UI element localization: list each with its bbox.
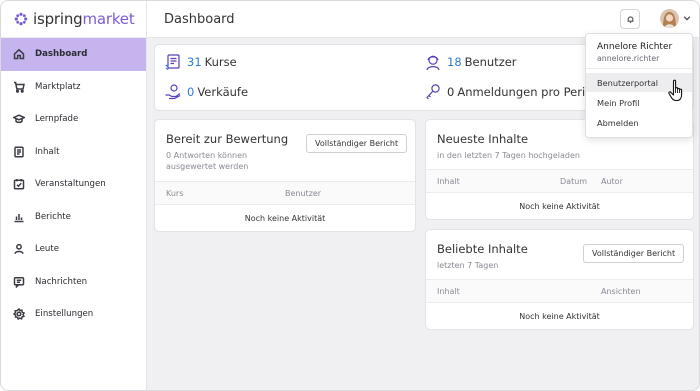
user-menu-name: Annelore Richter xyxy=(597,42,673,52)
sidebar-item-label: Nachrichten xyxy=(35,276,88,287)
popular-table-header: Inhalt Ansichten xyxy=(426,279,693,303)
logo-text-ispring: ispring xyxy=(33,10,83,28)
column-header-content[interactable]: Inhalt xyxy=(437,177,460,186)
stat-courses-label: Kurse xyxy=(204,55,237,69)
person-icon xyxy=(12,242,26,256)
review-subtitle-line1: 0 Antworten können xyxy=(166,151,248,160)
stat-users-label: Benutzer xyxy=(464,55,517,69)
newest-title: Neueste Inhalte xyxy=(437,132,529,146)
cart-icon xyxy=(12,80,26,94)
stat-logins-label: Anmeldungen pro Peric xyxy=(457,85,592,99)
sidebar-item-people[interactable]: Leute xyxy=(1,233,146,266)
sidebar-item-label: Inhalt xyxy=(35,146,60,157)
sidebar-item-learning-paths[interactable]: Lernpfade xyxy=(1,103,146,136)
calendar-icon xyxy=(12,177,26,191)
popular-empty-state: Noch keine Aktivität xyxy=(519,312,600,321)
column-header-course[interactable]: Kurs xyxy=(166,189,183,198)
column-header-views[interactable]: Ansichten xyxy=(601,287,641,296)
divider xyxy=(586,68,692,69)
sidebar-item-marketplace[interactable]: Marktplatz xyxy=(1,71,146,104)
message-icon xyxy=(12,275,26,289)
column-header-date[interactable]: Datum xyxy=(560,177,587,186)
popular-subtitle: letzten 7 Tagen xyxy=(437,261,499,270)
sidebar-item-label: Einstellungen xyxy=(35,309,94,320)
stat-sales-label: Verkäufe xyxy=(197,85,249,99)
course-document-icon xyxy=(164,53,182,71)
page-title: Dashboard xyxy=(164,11,235,27)
review-empty-state: Noch keine Aktivität xyxy=(244,214,326,223)
newest-subtitle: in den letzten 7 Tagen hochgeladen xyxy=(437,151,580,160)
stat-users[interactable]: 18 Benutzer xyxy=(424,53,517,71)
bell-icon xyxy=(627,15,633,23)
gear-icon xyxy=(12,307,26,321)
logo-flower-icon xyxy=(14,12,28,26)
sidebar-item-messages[interactable]: Nachrichten xyxy=(1,266,146,299)
notifications-button[interactable] xyxy=(620,9,640,29)
column-header-author[interactable]: Autor xyxy=(601,177,623,186)
review-title: Bereit zur Bewertung xyxy=(166,132,289,146)
avatar[interactable] xyxy=(660,9,679,28)
popular-title: Beliebte Inhalte xyxy=(437,242,528,256)
newest-table-header: Inhalt Datum Autor xyxy=(426,169,693,193)
stat-courses[interactable]: 31 Kurse xyxy=(164,53,237,71)
logo-text-market: market xyxy=(82,10,135,28)
sidebar-item-dashboard[interactable]: Dashboard xyxy=(1,38,146,71)
sidebar-item-label: Veranstaltungen xyxy=(35,179,106,190)
graduation-cap-icon xyxy=(12,112,26,126)
sidebar-item-settings[interactable]: Einstellungen xyxy=(1,298,146,331)
menu-item-logout[interactable]: Abmelden xyxy=(586,113,692,132)
sidebar-item-label: Lernpfade xyxy=(35,114,79,125)
sidebar-item-events[interactable]: Veranstaltungen xyxy=(1,168,146,201)
hand-cursor-icon xyxy=(668,79,686,103)
chevron-down-icon[interactable] xyxy=(683,14,691,22)
sidebar-item-reports[interactable]: Berichte xyxy=(1,201,146,234)
stat-sales[interactable]: 0 Verkäufe xyxy=(164,83,248,101)
bar-chart-icon xyxy=(12,210,26,224)
review-table-header: Kurs Benutzer xyxy=(155,181,415,205)
sidebar-item-label: Berichte xyxy=(35,211,71,222)
sidebar-item-label: Dashboard xyxy=(35,49,88,60)
user-avatar-icon xyxy=(424,53,442,71)
review-full-report-button[interactable]: Vollständiger Bericht xyxy=(306,134,408,153)
review-subtitle-line2: ausgewertet werden xyxy=(166,162,249,171)
logo[interactable]: ispringmarket xyxy=(1,1,146,38)
stat-courses-number: 31 xyxy=(187,55,202,69)
popular-full-report-button[interactable]: Vollständiger Bericht xyxy=(583,244,685,263)
stat-logins[interactable]: 0 Anmeldungen pro Peric xyxy=(424,83,591,101)
app-window: ispringmarket Dashboard Marktplatz Lernp… xyxy=(0,0,700,391)
sidebar-item-content[interactable]: Inhalt xyxy=(1,136,146,169)
review-card: Bereit zur Bewertung 0 Antworten können … xyxy=(154,119,416,232)
sidebar-nav: Dashboard Marktplatz Lernpfade Inhalt Ve… xyxy=(1,38,146,331)
column-header-content[interactable]: Inhalt xyxy=(437,287,460,296)
stat-users-number: 18 xyxy=(447,55,462,69)
sidebar: ispringmarket Dashboard Marktplatz Lernp… xyxy=(1,1,147,390)
stat-sales-number: 0 xyxy=(187,85,195,99)
sidebar-item-label: Marktplatz xyxy=(35,81,81,92)
user-menu-username: annelore.richter xyxy=(597,54,660,63)
sales-hand-icon xyxy=(164,83,182,101)
document-icon xyxy=(12,145,26,159)
column-header-user[interactable]: Benutzer xyxy=(285,189,321,198)
stat-logins-number: 0 xyxy=(447,85,455,99)
key-icon xyxy=(424,83,442,101)
popular-content-card: Beliebte Inhalte letzten 7 Tagen Vollstä… xyxy=(425,229,694,330)
sidebar-item-label: Leute xyxy=(35,244,60,255)
home-icon xyxy=(12,47,26,61)
newest-empty-state: Noch keine Aktivität xyxy=(519,202,600,211)
